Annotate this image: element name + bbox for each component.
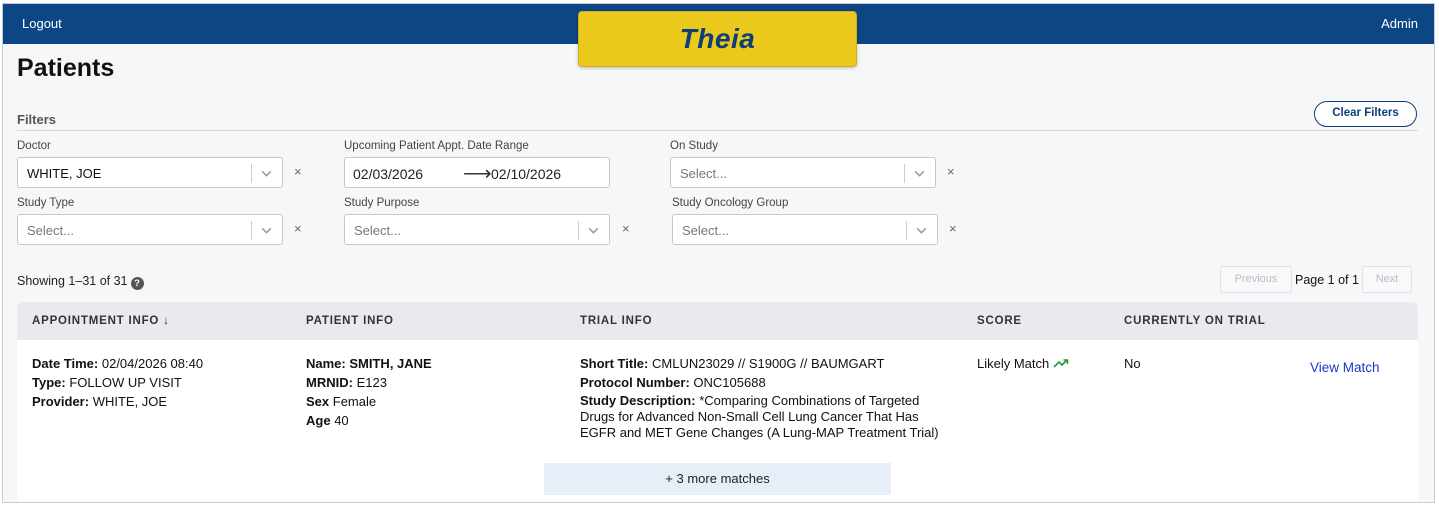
on-study-filter-label: On Study bbox=[670, 140, 718, 152]
date-range-picker[interactable]: 02/03/2026 ⟶ 02/10/2026 bbox=[344, 157, 610, 188]
column-header-trial: TRIAL INFO bbox=[580, 315, 653, 327]
study-oncology-group-select[interactable]: Select... bbox=[672, 214, 938, 245]
study-oncology-group-placeholder: Select... bbox=[682, 223, 729, 238]
on-study-placeholder: Select... bbox=[680, 166, 727, 181]
study-type-placeholder: Select... bbox=[27, 223, 74, 238]
page-indicator: Page 1 of 1 bbox=[1295, 273, 1359, 287]
date-range-end[interactable]: 02/10/2026 bbox=[491, 166, 561, 182]
chevron-down-icon[interactable] bbox=[260, 224, 273, 237]
trial-info-cell: Short Title: CMLUN23029 // S1900G // BAU… bbox=[580, 354, 960, 441]
trial-description: Study Description: *Comparing Combinatio… bbox=[580, 393, 939, 440]
help-icon[interactable]: ? bbox=[130, 277, 144, 290]
column-header-patient: PATIENT INFO bbox=[306, 315, 394, 327]
study-purpose-clear-icon[interactable]: × bbox=[622, 221, 630, 236]
study-type-select[interactable]: Select... bbox=[17, 214, 283, 245]
filters-heading: Filters bbox=[17, 112, 57, 127]
study-type-filter-label: Study Type bbox=[17, 197, 75, 209]
patients-table: APPOINTMENT INFO ↓ PATIENT INFO TRIAL IN… bbox=[17, 302, 1418, 502]
date-range-filter-label: Upcoming Patient Appt. Date Range bbox=[344, 140, 529, 152]
column-header-appointment-label: APPOINTMENT INFO bbox=[32, 315, 160, 327]
logout-link[interactable]: Logout bbox=[22, 16, 62, 31]
chevron-down-icon[interactable] bbox=[915, 224, 928, 237]
trial-protocol-number: Protocol Number: ONC105688 bbox=[580, 375, 766, 390]
study-oncology-group-filter-label: Study Oncology Group bbox=[672, 197, 789, 209]
app-window: Logout Admin Theia Patients Filters Clea… bbox=[2, 3, 1435, 503]
date-range-start[interactable]: 02/03/2026 bbox=[353, 166, 423, 182]
column-header-on-trial: CURRENTLY ON TRIAL bbox=[1124, 315, 1266, 327]
study-purpose-placeholder: Select... bbox=[354, 223, 401, 238]
trial-short-title: Short Title: CMLUN23029 // S1900G // BAU… bbox=[580, 356, 885, 371]
previous-page-button[interactable]: Previous bbox=[1220, 266, 1292, 293]
chevron-down-icon[interactable] bbox=[260, 167, 273, 180]
chevron-down-icon[interactable] bbox=[587, 224, 600, 237]
doctor-select-value: WHITE, JOE bbox=[27, 166, 102, 181]
select-separator bbox=[251, 164, 252, 183]
appointment-info-cell: Date Time: 02/04/2026 08:40 Type: FOLLOW… bbox=[32, 354, 203, 411]
brand-logo: Theia bbox=[578, 11, 857, 67]
brand-name: Theia bbox=[679, 23, 756, 54]
patient-name: Name: SMITH, JANE bbox=[306, 356, 432, 371]
column-header-score: SCORE bbox=[977, 315, 1022, 327]
on-study-select[interactable]: Select... bbox=[670, 157, 936, 188]
appointment-date-time: Date Time: 02/04/2026 08:40 bbox=[32, 356, 204, 371]
study-purpose-filter-label: Study Purpose bbox=[344, 197, 420, 209]
select-separator bbox=[904, 164, 905, 183]
appointment-type: Type: FOLLOW UP VISIT bbox=[32, 375, 182, 390]
admin-link[interactable]: Admin bbox=[1381, 16, 1418, 31]
study-purpose-select[interactable]: Select... bbox=[344, 214, 610, 245]
patient-info-cell: Name: SMITH, JANE MRNID: E123 Sex Female… bbox=[306, 354, 432, 430]
sort-arrow-icon: ↓ bbox=[163, 315, 170, 327]
table-header: APPOINTMENT INFO ↓ PATIENT INFO TRIAL IN… bbox=[17, 302, 1418, 340]
doctor-select[interactable]: WHITE, JOE bbox=[17, 157, 283, 188]
patient-mrnid: MRNID: E123 bbox=[306, 375, 387, 390]
patient-age: Age 40 bbox=[306, 413, 349, 428]
study-type-clear-icon[interactable]: × bbox=[294, 221, 302, 236]
on-study-clear-icon[interactable]: × bbox=[947, 164, 955, 179]
page-title: Patients bbox=[17, 54, 115, 82]
results-count-text: Showing 1–31 of 31 bbox=[17, 274, 128, 288]
trending-up-icon bbox=[1053, 359, 1069, 368]
select-separator bbox=[906, 221, 907, 240]
doctor-filter-label: Doctor bbox=[17, 140, 51, 152]
next-page-button[interactable]: Next bbox=[1362, 266, 1412, 293]
arrow-right-icon: ⟶ bbox=[463, 163, 492, 185]
chevron-down-icon[interactable] bbox=[913, 167, 926, 180]
view-match-link[interactable]: View Match bbox=[1310, 360, 1380, 375]
column-header-appointment[interactable]: APPOINTMENT INFO ↓ bbox=[32, 315, 170, 327]
clear-filters-button[interactable]: Clear Filters bbox=[1314, 101, 1417, 127]
select-separator bbox=[251, 221, 252, 240]
score-cell: Likely Match bbox=[977, 354, 1069, 373]
on-trial-cell: No bbox=[1124, 356, 1141, 371]
filters-divider bbox=[17, 130, 1418, 131]
more-matches-button[interactable]: + 3 more matches bbox=[544, 463, 891, 495]
results-count: Showing 1–31 of 31? bbox=[17, 274, 144, 290]
score-value: Likely Match bbox=[977, 356, 1050, 371]
study-oncology-group-clear-icon[interactable]: × bbox=[949, 221, 957, 236]
doctor-clear-icon[interactable]: × bbox=[294, 164, 302, 179]
patient-sex: Sex Female bbox=[306, 394, 377, 409]
select-separator bbox=[578, 221, 579, 240]
appointment-provider: Provider: WHITE, JOE bbox=[32, 394, 168, 409]
